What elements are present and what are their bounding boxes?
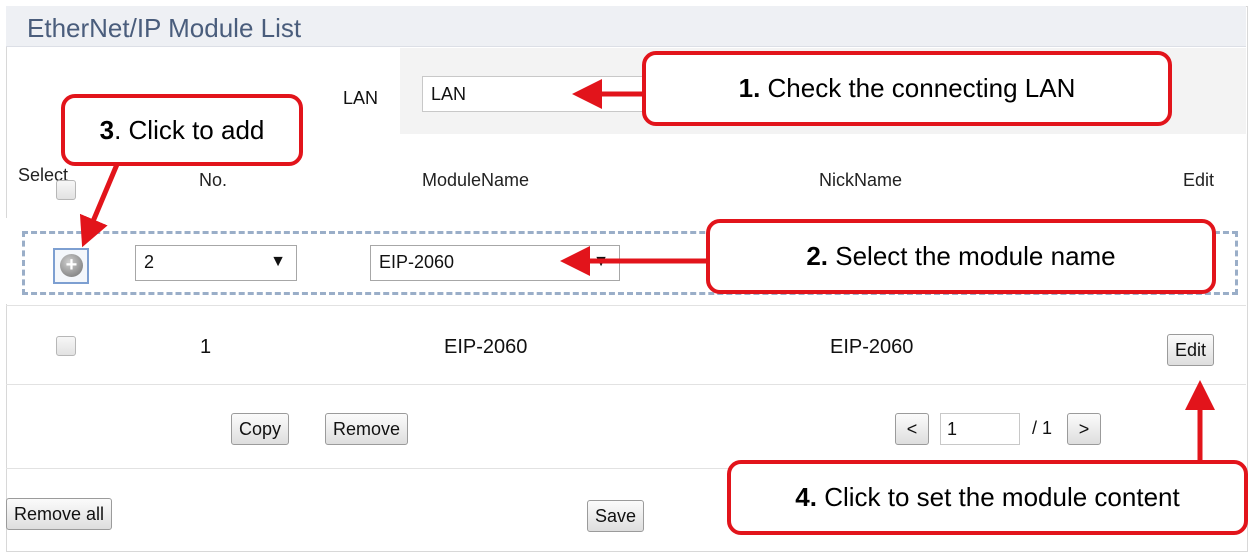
callout-4-number: 4.	[795, 482, 817, 512]
callout-3: 3. Click to add	[61, 94, 303, 166]
callout-2-text: Select the module name	[828, 241, 1116, 271]
callout-1: 1. Check the connecting LAN	[642, 51, 1172, 126]
callout-1-number: 1.	[738, 73, 761, 103]
callout-3-number: 3	[99, 115, 115, 145]
callout-4: 4. Click to set the module content	[727, 460, 1248, 535]
callout-4-text: Click to set the module content	[816, 482, 1180, 512]
callout-1-text: Check the connecting LAN	[760, 73, 1076, 103]
arrow-to-add-button	[79, 161, 121, 248]
callout-2: 2. Select the module name	[706, 219, 1216, 294]
callout-3-text: . Click to add	[114, 115, 265, 145]
callout-2-number: 2.	[806, 241, 829, 271]
